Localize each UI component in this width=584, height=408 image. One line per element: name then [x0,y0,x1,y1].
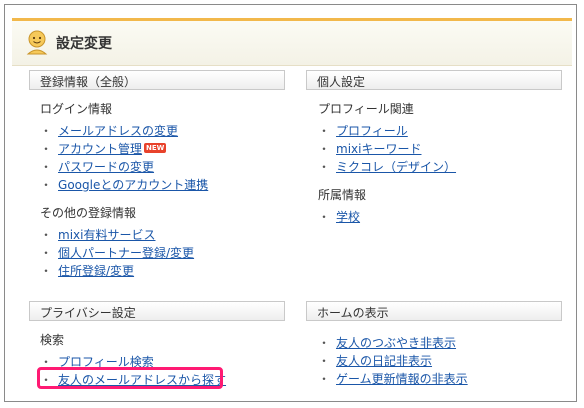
new-badge: NEW [144,143,167,153]
link-mixi-keyword[interactable]: mixiキーワード [336,142,421,156]
bullet: ・ [40,160,53,174]
link-change-password[interactable]: パスワードの変更 [58,160,154,174]
bullet: ・ [40,246,53,260]
link-hide-friend-diary[interactable]: 友人の日記非表示 [336,354,432,368]
bullet: ・ [318,372,331,386]
link-change-email[interactable]: メールアドレスの変更 [58,124,178,138]
link-hide-game-updates[interactable]: ゲーム更新情報の非表示 [336,372,468,386]
link-hide-friend-tweets[interactable]: 友人のつぶやき非表示 [336,336,456,350]
list-item: ・ミクコレ（デザイン） [318,158,456,175]
link-mikukore-design[interactable]: ミクコレ（デザイン） [336,160,456,174]
page-header: 設定変更 [12,18,572,66]
link-address-registration[interactable]: 住所登録/変更 [58,264,134,278]
list-item: ・友人のつぶやき非表示 [318,334,456,351]
page-title: 設定変更 [56,36,112,52]
bullet: ・ [318,210,331,224]
bullet: ・ [40,124,53,138]
list-item: ・プロフィール [318,122,408,139]
link-personal-partner[interactable]: 個人パートナー登録/変更 [58,246,194,260]
link-mixi-paid-service[interactable]: mixi有料サービス [58,228,155,242]
link-google-account[interactable]: Googleとのアカウント連携 [58,178,208,192]
link-school[interactable]: 学校 [336,210,360,224]
bullet: ・ [318,142,331,156]
link-account-management[interactable]: アカウント管理 [58,142,142,156]
bullet: ・ [40,264,53,278]
list-item: ・アカウント管理 NEW [40,140,167,157]
bullet: ・ [318,124,331,138]
link-profile[interactable]: プロフィール [336,124,408,138]
list-item: ・パスワードの変更 [40,158,154,175]
group-title-login: ログイン情報 [40,102,113,116]
list-item: ・ゲーム更新情報の非表示 [318,370,468,387]
user-face-icon [26,30,48,55]
list-item: ・住所登録/変更 [40,262,134,279]
list-item: ・ Googleとのアカウント連携 [40,176,208,193]
bullet: ・ [40,142,53,156]
group-title-search: 検索 [40,333,65,347]
group-title-affiliation: 所属情報 [318,188,367,202]
section-heading-personal: 個人設定 [306,70,562,90]
bullet: ・ [40,178,53,192]
list-item: ・学校 [318,208,360,225]
list-item: ・個人パートナー登録/変更 [40,244,194,261]
list-item: ・メールアドレスの変更 [40,122,178,139]
section-heading-privacy: プライバシー設定 [29,301,285,321]
list-item: ・ mixi有料サービス [40,226,155,243]
section-heading-home-display: ホームの表示 [306,301,562,321]
list-item: ・友人の日記非表示 [318,352,432,369]
section-heading-registration: 登録情報（全般） [29,70,285,90]
bullet: ・ [318,336,331,350]
bullet: ・ [40,228,53,242]
bullet: ・ [318,160,331,174]
highlight-box [37,367,223,389]
group-title-other: その他の登録情報 [40,206,137,220]
list-item: ・ mixiキーワード [318,140,421,157]
group-title-profile: プロフィール関連 [318,102,414,116]
bullet: ・ [318,354,331,368]
